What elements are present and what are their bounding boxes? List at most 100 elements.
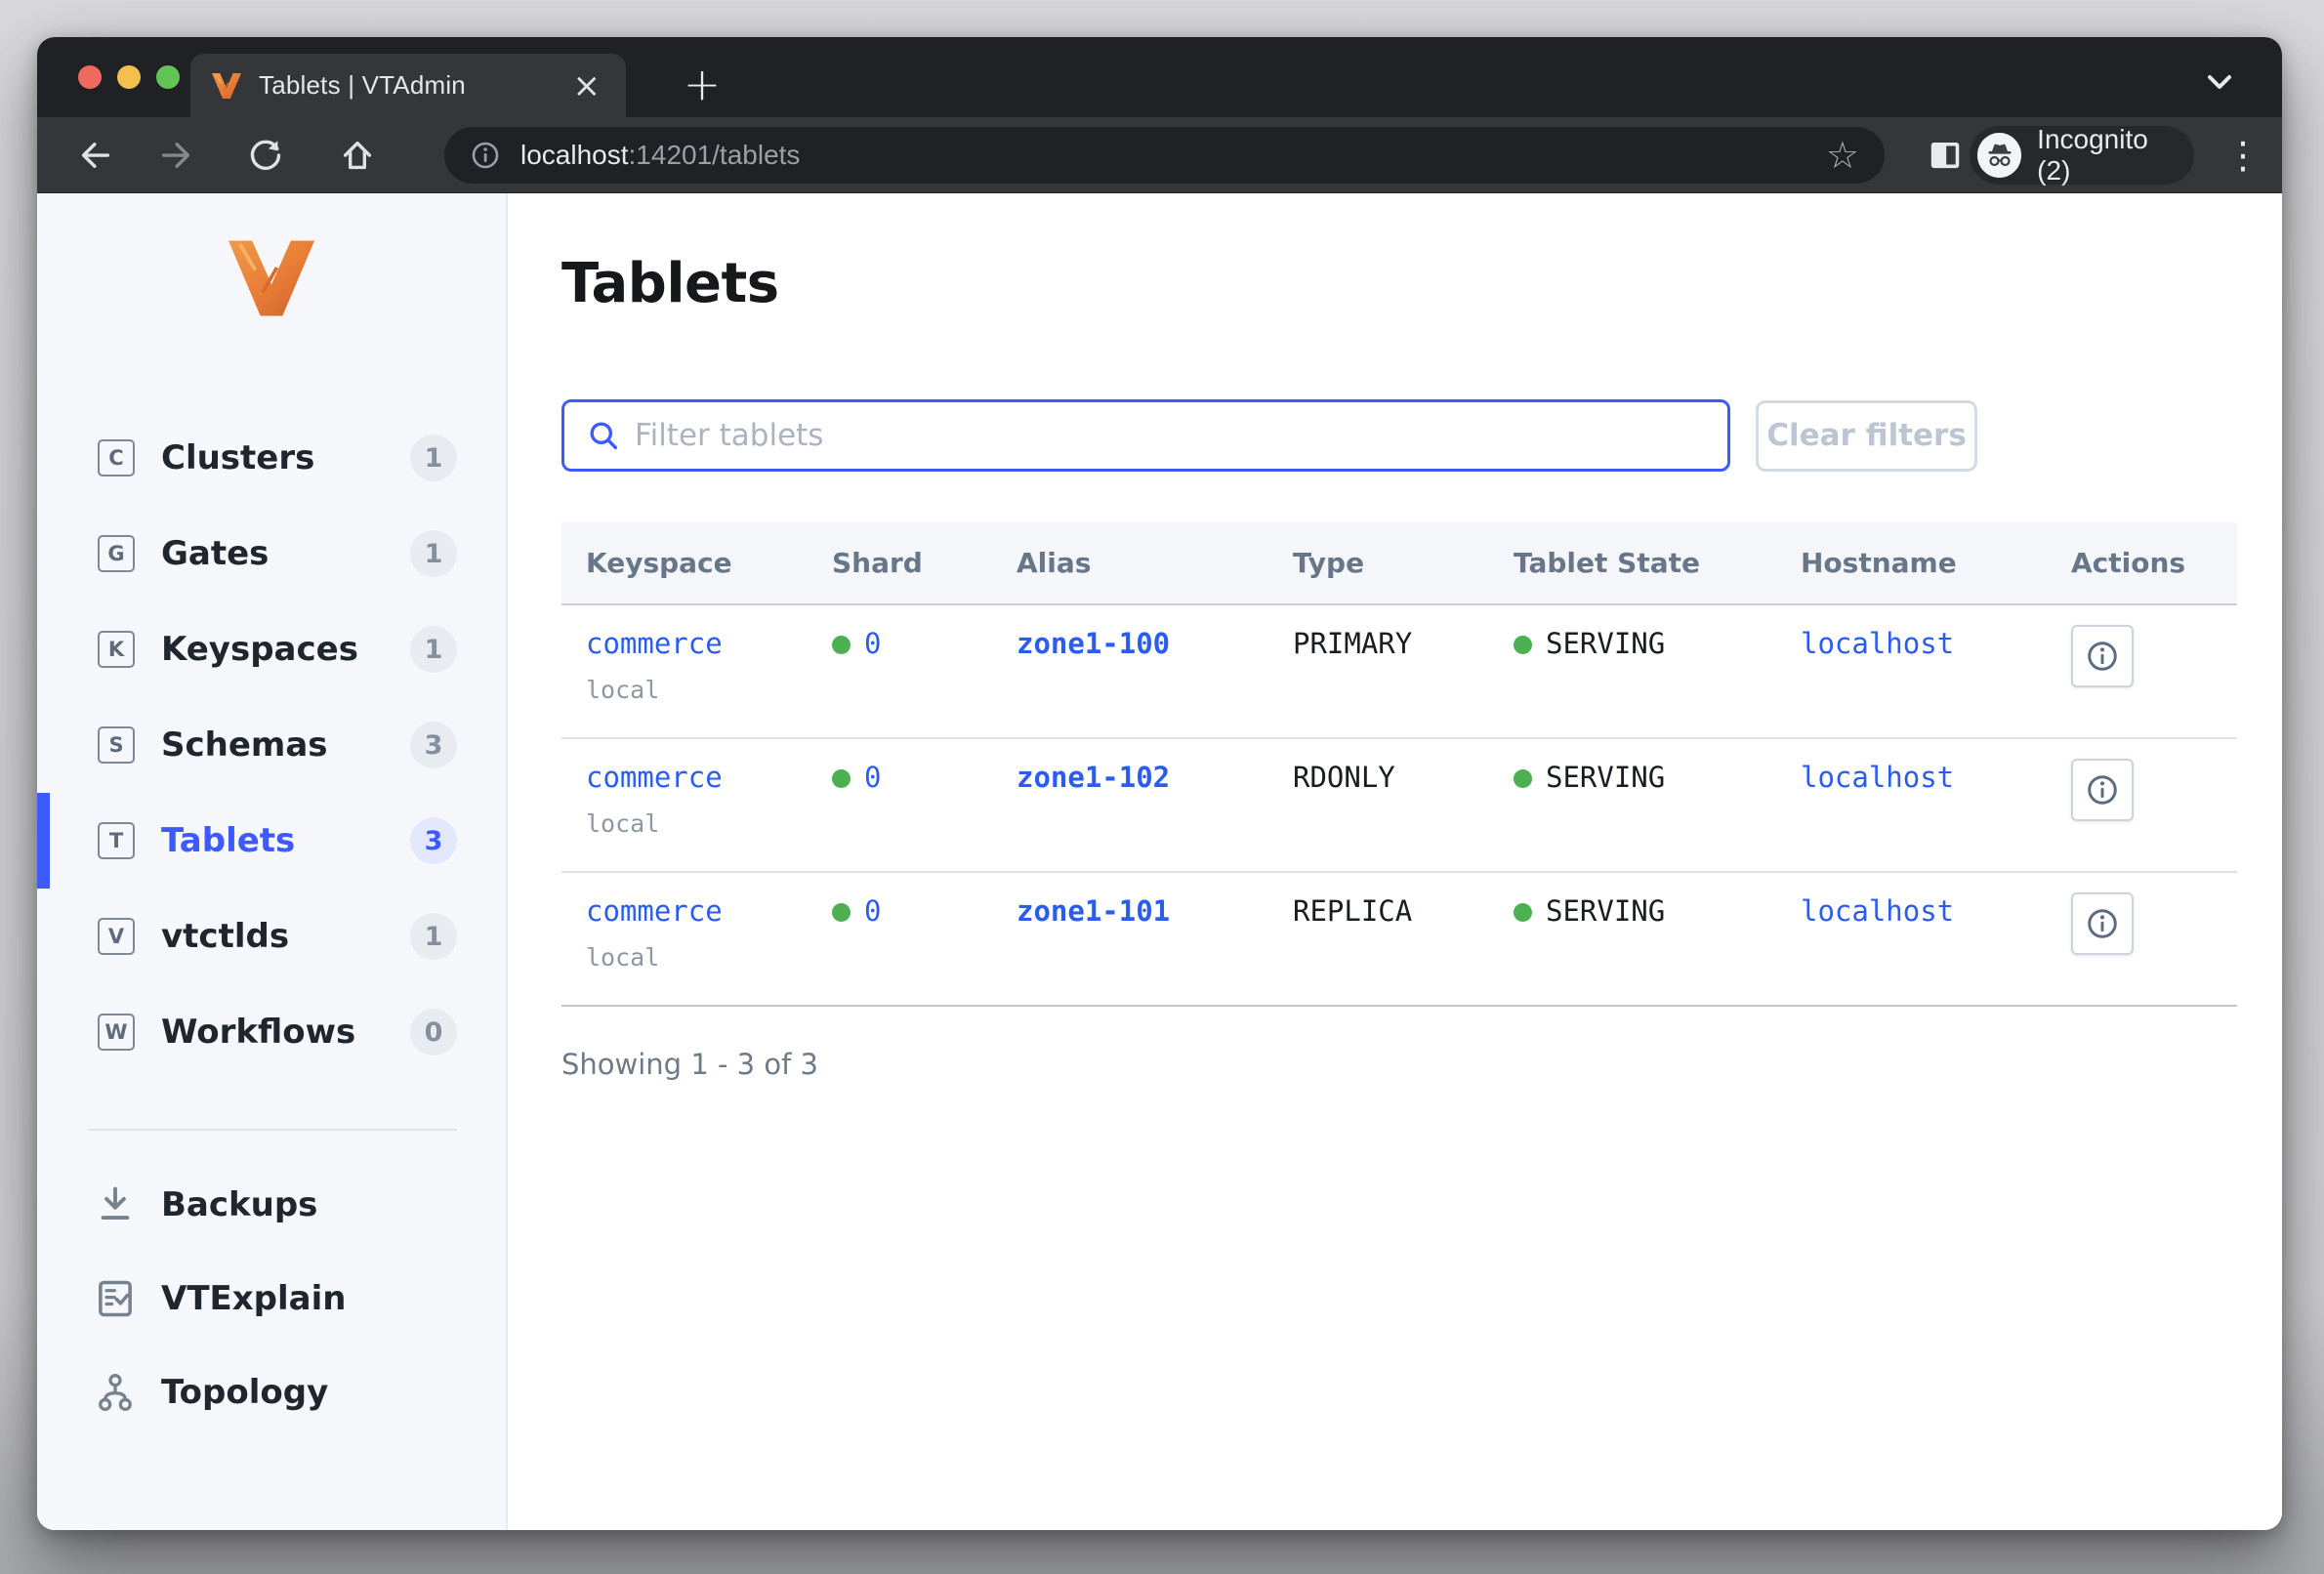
state-value: SERVING [1546,894,1665,928]
sidebar-item-keyspaces[interactable]: K Keyspaces 1 [37,601,506,697]
hostname-link[interactable]: localhost [1801,761,1954,794]
state-cell: SERVING [1514,627,1801,704]
main-area: Tablets Clear filters Keyspace Shard Ali… [508,193,2282,1530]
url-text: localhost:14201/tablets [520,140,800,171]
alias-cell: zone1-100 [1017,627,1293,704]
sidebar-item-tablets[interactable]: T Tablets 3 [37,793,506,889]
sidebar-item-label: Tablets [161,821,295,860]
sidebar-item-vtctlds[interactable]: V vtctlds 1 [37,889,506,984]
sidebar-item-gates[interactable]: G Gates 1 [37,506,506,601]
minimize-window-button[interactable] [117,65,141,89]
hostname-cell: localhost [1801,894,2071,972]
column-header: Alias [1017,547,1293,579]
row-info-button[interactable] [2071,625,2134,687]
column-header: Type [1293,547,1514,579]
state-value: SERVING [1546,761,1665,794]
shard-link[interactable]: 0 [864,894,881,928]
page-content: C Clusters 1 G Gates 1 K Keyspaces 1 S S… [37,193,2282,1530]
clusters-icon: C [98,439,135,476]
vtctlds-icon: V [98,918,135,955]
sidebar-item-backups[interactable]: Backups [37,1158,506,1252]
url-host: localhost [520,140,629,170]
sidebar-item-label: Topology [161,1373,328,1412]
count-badge: 3 [410,817,457,864]
count-badge: 3 [410,722,457,768]
keyspace-cell: commerce local [561,761,832,838]
new-tab-button[interactable]: + [677,59,727,109]
column-header: Keyspace [561,547,832,579]
type-cell: RDONLY [1293,761,1514,838]
close-window-button[interactable] [78,65,102,89]
sidebar-item-vtexplain[interactable]: VTExplain [37,1252,506,1346]
sidebar-item-schemas[interactable]: S Schemas 3 [37,697,506,793]
row-info-button[interactable] [2071,759,2134,821]
sidebar-item-workflows[interactable]: W Workflows 0 [37,984,506,1080]
sidebar-item-topology[interactable]: Topology [37,1346,506,1439]
clear-filters-button[interactable]: Clear filters [1756,400,1977,472]
sidebar-nav: C Clusters 1 G Gates 1 K Keyspaces 1 S S… [37,410,506,1080]
keyspace-link[interactable]: commerce [586,627,723,660]
tablets-icon: T [98,822,135,859]
alias-cell: zone1-101 [1017,894,1293,972]
alias-link[interactable]: zone1-101 [1017,894,1170,928]
fullscreen-window-button[interactable] [156,65,180,89]
bookmark-star-icon[interactable]: ☆ [1826,137,1859,174]
window-controls [78,65,180,89]
count-badge: 0 [410,1009,457,1056]
serving-status-dot [1514,769,1532,788]
forward-button[interactable] [158,138,193,173]
row-info-button[interactable] [2071,892,2134,955]
cluster-name: local [586,676,832,704]
sidebar-item-label: Gates [161,534,269,573]
sidebar-item-label: Backups [161,1185,317,1224]
alias-link[interactable]: zone1-100 [1017,627,1170,660]
gates-icon: G [98,535,135,572]
shard-link[interactable]: 0 [864,627,881,660]
address-bar[interactable]: localhost:14201/tablets ☆ [444,127,1885,184]
count-badge: 1 [410,913,457,960]
sidebar-item-clusters[interactable]: C Clusters 1 [37,410,506,506]
hostname-link[interactable]: localhost [1801,627,1954,660]
actions-cell [2071,894,2237,972]
alias-link[interactable]: zone1-102 [1017,761,1170,794]
actions-cell [2071,761,2237,838]
sidebar-item-label: Schemas [161,725,328,765]
keyspace-link[interactable]: commerce [586,761,723,794]
table-row: commerce local 0 zone1-100 PRIMARY SERVI… [561,605,2237,739]
sidebar-item-label: VTExplain [161,1279,346,1318]
cluster-name: local [586,809,832,838]
close-tab-icon[interactable]: × [569,69,605,103]
tablets-table: Keyspace Shard Alias Type Tablet State H… [561,522,2237,1007]
keyspace-link[interactable]: commerce [586,894,723,928]
topology-icon [94,1371,137,1414]
count-badge: 1 [410,530,457,577]
sidebar-item-label: Keyspaces [161,630,358,669]
hostname-cell: localhost [1801,627,2071,704]
sidebar: C Clusters 1 G Gates 1 K Keyspaces 1 S S… [37,193,508,1530]
tab-bar: Tablets | VTAdmin × + [37,37,2282,117]
site-info-icon[interactable] [470,140,501,171]
sidebar-item-label: Workflows [161,1013,355,1052]
shard-cell: 0 [832,894,1017,972]
actions-cell [2071,627,2237,704]
browser-menu-button[interactable]: ⋮ [2224,133,2262,178]
shard-link[interactable]: 0 [864,761,881,794]
tab-search-chevron-icon[interactable] [2200,62,2239,102]
table-header-row: Keyspace Shard Alias Type Tablet State H… [561,522,2237,605]
hostname-link[interactable]: localhost [1801,894,1954,928]
column-header: Hostname [1801,547,2071,579]
keyspaces-icon: K [98,631,135,668]
side-panel-icon[interactable] [1927,137,1964,174]
home-button[interactable] [340,138,375,173]
back-button[interactable] [78,138,113,173]
serving-status-dot [1514,636,1532,654]
page-title: Tablets [561,252,2282,315]
url-path: :14201/tablets [629,140,801,170]
shard-cell: 0 [832,627,1017,704]
info-icon [2086,773,2119,807]
filter-box [561,399,1730,472]
browser-tab[interactable]: Tablets | VTAdmin × [190,54,626,117]
filter-tablets-input[interactable] [635,418,1706,453]
browser-window: Tablets | VTAdmin × + localhos [37,37,2282,1530]
reload-button[interactable] [248,138,283,173]
